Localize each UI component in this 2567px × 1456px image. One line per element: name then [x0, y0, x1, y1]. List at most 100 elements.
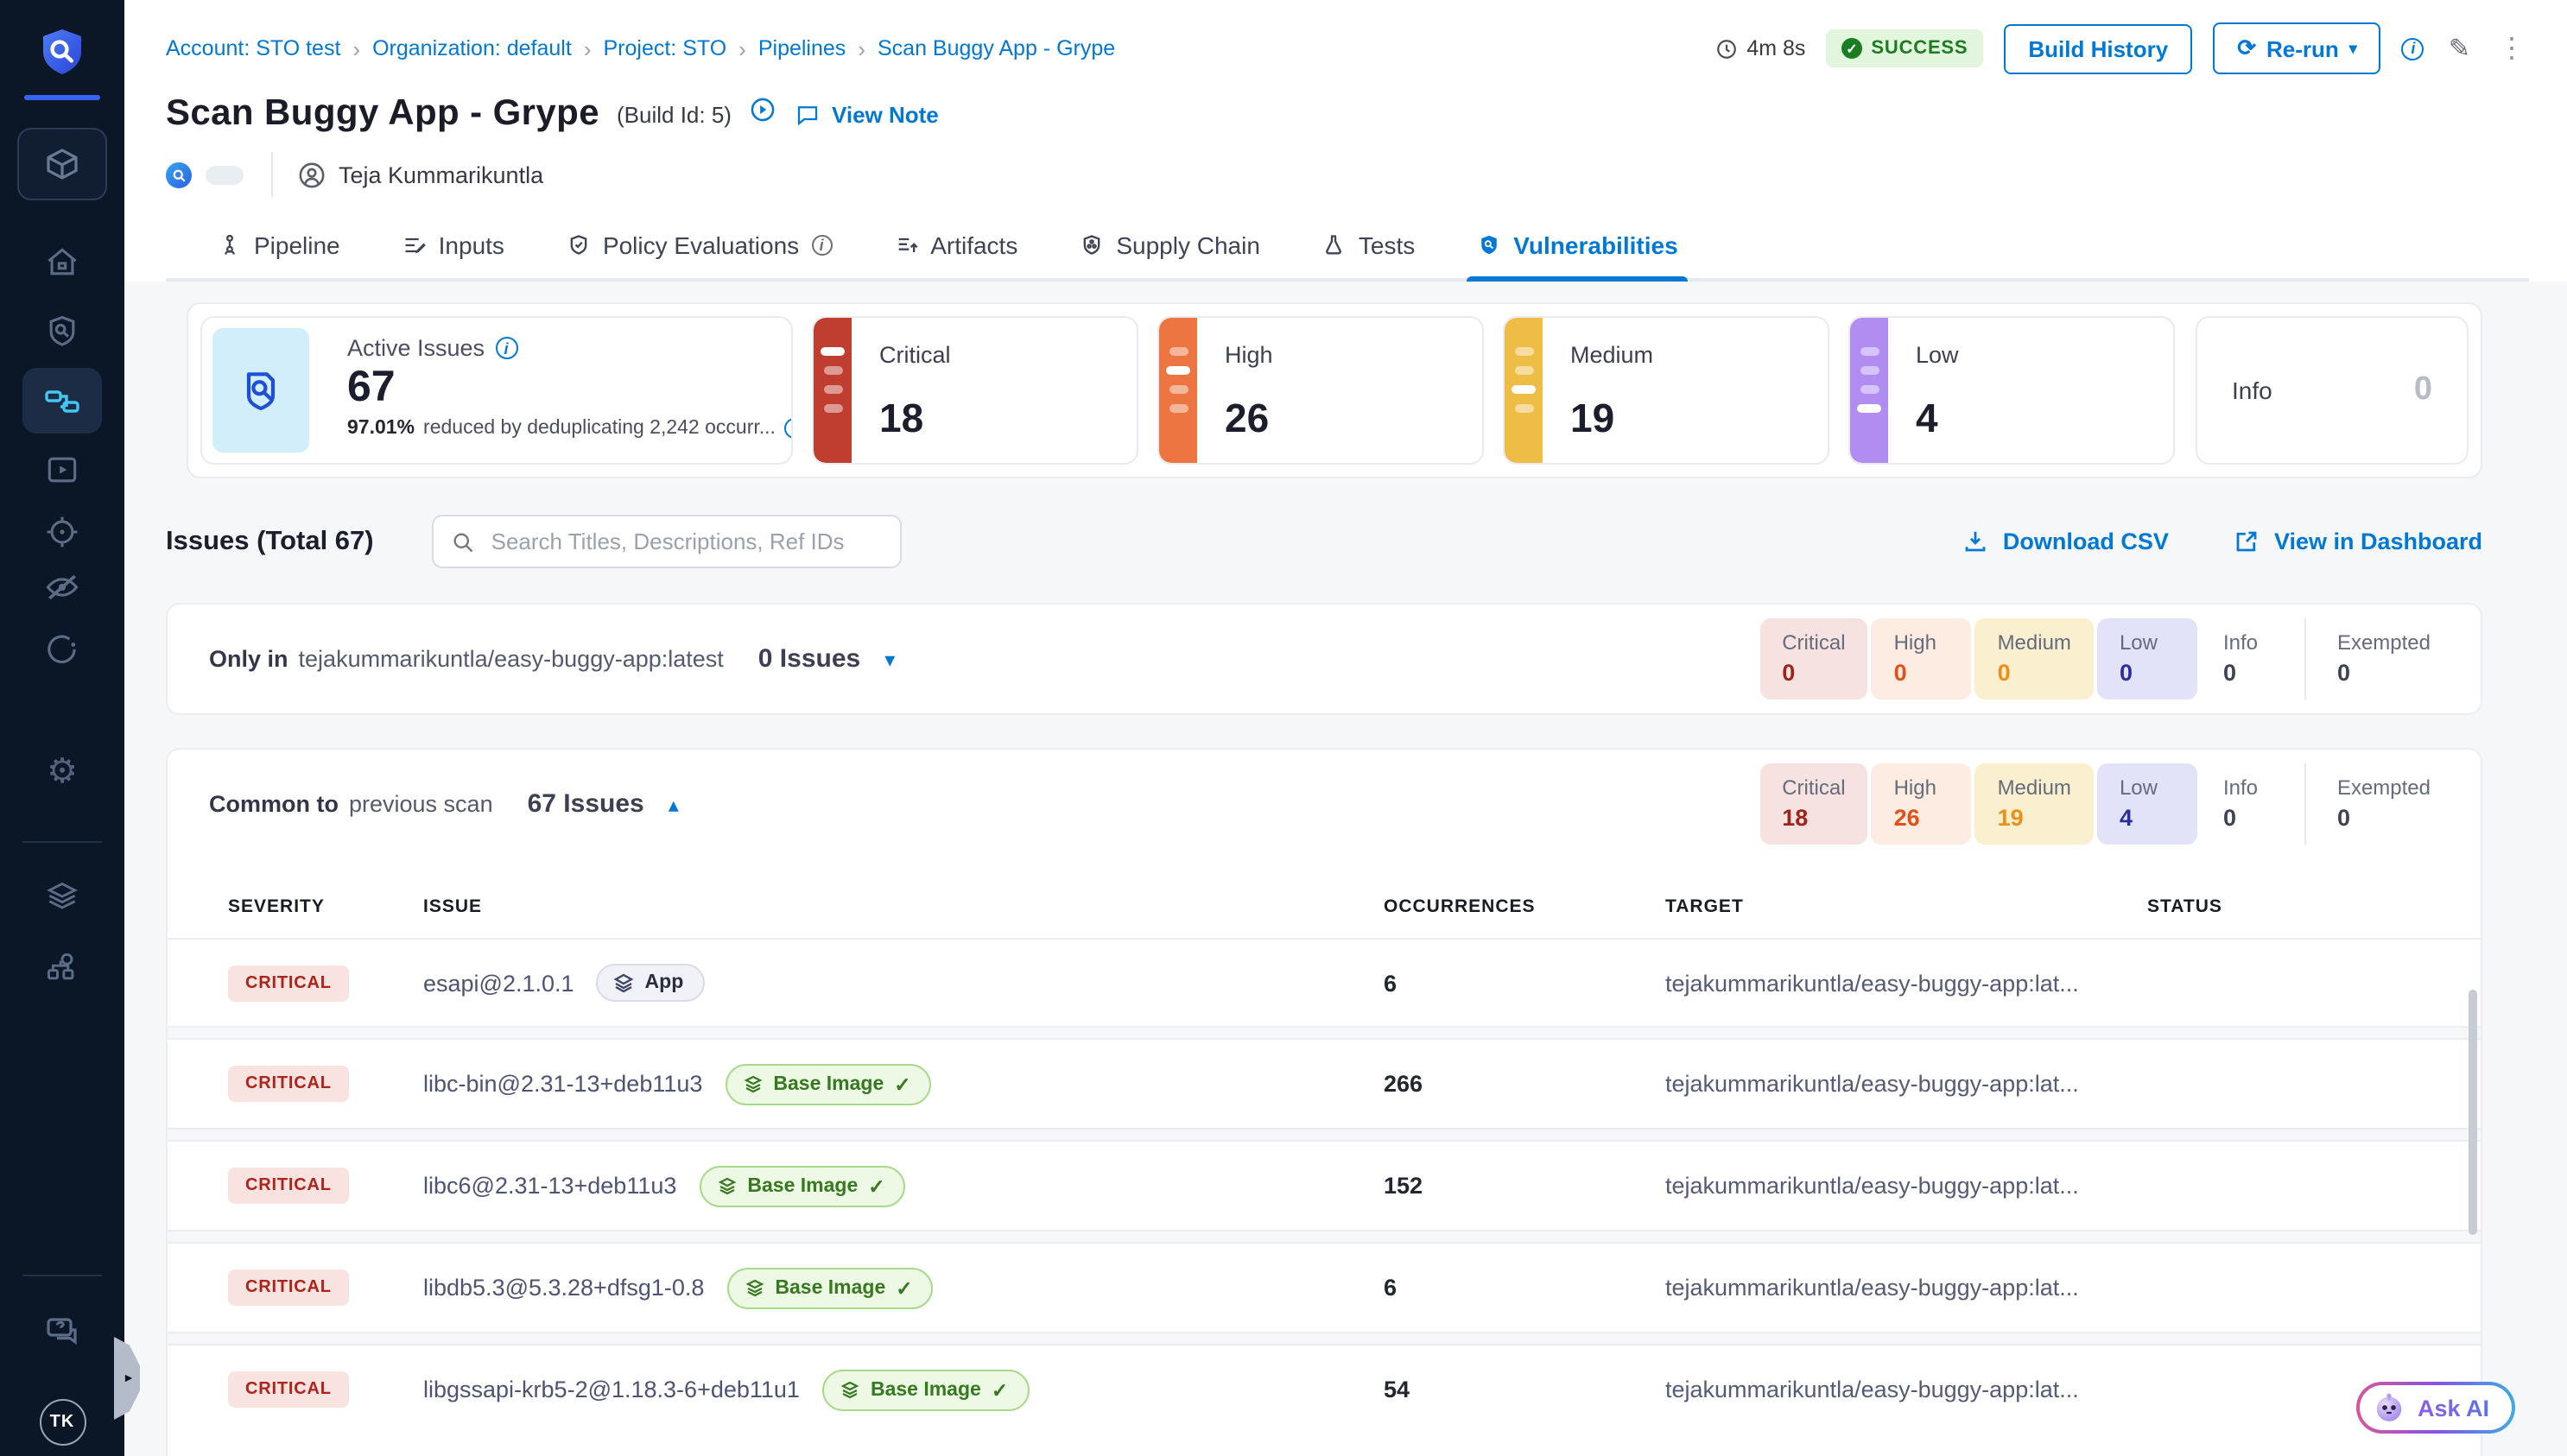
table-scrollbar[interactable]	[2469, 990, 2477, 1235]
user-avatar[interactable]: TK	[0, 1399, 124, 1446]
tab-supply-chain[interactable]: Supply Chain	[1076, 216, 1264, 278]
chevron-up-icon[interactable]: ▴	[669, 792, 679, 816]
breadcrumb-pipelines[interactable]: Pipelines	[758, 36, 846, 60]
sidebar-item-sto-overview[interactable]	[0, 313, 124, 351]
critical-card[interactable]: Critical 18	[812, 316, 1138, 465]
check-icon: ✓	[896, 1276, 912, 1300]
sidebar: ⚙ TK	[0, 0, 124, 1456]
dedup-subtext: 97.01% reduced by deduplicating 2,242 oc…	[347, 417, 791, 438]
pill-exempted: Exempted0	[2304, 763, 2453, 845]
occurrences-value: 6	[1384, 970, 1665, 996]
low-card[interactable]: Low 4	[1848, 316, 2175, 465]
home-icon	[43, 244, 81, 282]
sidebar-item-targets[interactable]	[0, 513, 124, 551]
rerun-button[interactable]: ⟳ Re-run ▾	[2213, 22, 2381, 74]
high-count: 26	[1225, 396, 1269, 442]
supply-chain-icon	[1080, 233, 1104, 257]
more-options-button[interactable]: ⋮	[2494, 28, 2529, 69]
build-history-button[interactable]: Build History	[2004, 23, 2192, 73]
row-separator	[168, 1332, 2481, 1345]
search-input[interactable]	[488, 527, 884, 556]
low-count: 4	[1916, 396, 1938, 442]
shield-scan-icon	[43, 313, 81, 351]
pencil-icon: ✎	[2449, 35, 2470, 64]
pill-low: Low0	[2097, 618, 2197, 700]
execution-compare-icon[interactable]	[749, 95, 778, 133]
issues-search[interactable]	[433, 515, 903, 568]
severity-pills: Critical18 High26 Medium19 Low4 Info0 Ex…	[1756, 763, 2453, 845]
tab-tests[interactable]: Tests	[1319, 216, 1418, 278]
issue-name[interactable]: libgssapi-krb5-2@1.18.3-6+deb11u1	[423, 1377, 800, 1402]
breadcrumb-account[interactable]: Account: STO test	[166, 36, 340, 60]
page-title: Scan Buggy App - Grype	[166, 93, 599, 135]
group-common-to: Common to previous scan 67 Issues ▴ Crit…	[166, 748, 2482, 1456]
table-row[interactable]: CRITICAL libgssapi-krb5-2@1.18.3-6+deb11…	[168, 1345, 2481, 1434]
issue-name[interactable]: libdb5.3@5.3.28+dfsg1-0.8	[423, 1275, 704, 1301]
info-icon[interactable]: i	[495, 337, 517, 359]
sidebar-item-home[interactable]	[0, 244, 124, 282]
sidebar-item-help[interactable]	[0, 1311, 124, 1352]
table-row[interactable]: CRITICAL esapi@2.1.0.1 App 6 tejakummari…	[168, 938, 2481, 1026]
pill-medium: Medium0	[1975, 618, 2094, 700]
info-icon[interactable]: i	[811, 235, 832, 256]
ask-ai-button[interactable]: Ask AI	[2357, 1382, 2515, 1434]
table-row[interactable]: CRITICAL libc6@2.31-13+deb11u3 Base Imag…	[168, 1142, 2481, 1230]
main-area: Account: STO test › Organization: defaul…	[124, 0, 2567, 1456]
download-icon	[1963, 529, 1989, 554]
package-icon	[744, 1277, 764, 1298]
harness-sto-logo-icon[interactable]	[0, 24, 124, 83]
comment-icon	[795, 101, 821, 127]
vulnerabilities-shield-icon	[1477, 233, 1501, 257]
table-row[interactable]: CRITICAL libc-bin@2.31-13+deb11u3 Base I…	[168, 1040, 2481, 1128]
info-icon[interactable]: i	[784, 417, 793, 438]
medium-card[interactable]: Medium 19	[1503, 316, 1829, 465]
pill-low: Low4	[2097, 763, 2197, 845]
info-icon[interactable]: i	[2402, 37, 2424, 60]
pill-critical: Critical18	[1759, 763, 1867, 845]
check-icon: ✓	[992, 1377, 1008, 1402]
sidebar-item-account-settings[interactable]	[0, 948, 124, 986]
base-image-tag: Base Image ✓	[822, 1369, 1029, 1410]
tab-policy-evaluations[interactable]: Policy Evaluations i	[563, 216, 835, 278]
target-value: tejakummarikuntla/easy-buggy-app:lat...	[1665, 1275, 2147, 1301]
tab-artifacts[interactable]: Artifacts	[891, 216, 1021, 278]
package-icon	[840, 1379, 860, 1400]
external-link-icon	[2234, 529, 2260, 554]
issue-name[interactable]: libc6@2.31-13+deb11u3	[423, 1173, 676, 1199]
pipelines-icon	[41, 380, 83, 421]
breadcrumb-separator: ›	[858, 35, 865, 61]
check-icon: ✓	[1841, 38, 1862, 59]
sidebar-item-org-settings[interactable]	[0, 879, 124, 917]
tab-pipeline[interactable]: Pipeline	[214, 216, 344, 278]
breadcrumb-separator: ›	[738, 35, 746, 61]
sidebar-item-executions[interactable]	[0, 451, 124, 489]
group-target: previous scan	[349, 791, 493, 817]
view-note-link[interactable]: View Note	[795, 101, 939, 127]
breadcrumb-project[interactable]: Project: STO	[604, 36, 727, 60]
sidebar-item-pipelines[interactable]	[0, 368, 124, 434]
table-row[interactable]: CRITICAL libdb5.3@5.3.28+dfsg1-0.8 Base …	[168, 1244, 2481, 1332]
high-card[interactable]: High 26	[1157, 316, 1484, 465]
issue-name[interactable]: esapi@2.1.0.1	[423, 970, 574, 996]
issue-name[interactable]: libc-bin@2.31-13+deb11u3	[423, 1071, 702, 1097]
sidebar-item-project-settings[interactable]: ⚙	[0, 755, 124, 789]
sidebar-item-getting-started[interactable]	[0, 630, 124, 668]
tab-vulnerabilities[interactable]: Vulnerabilities	[1474, 216, 1681, 278]
pill-exempted: Exempted0	[2304, 618, 2453, 700]
sidebar-item-exemptions[interactable]	[0, 568, 124, 606]
breadcrumb-org[interactable]: Organization: default	[372, 36, 572, 60]
chevron-down-icon[interactable]: ▾	[884, 647, 895, 671]
module-selector-button[interactable]	[0, 128, 124, 200]
status-badge: ✓ SUCCESS	[1826, 29, 1983, 67]
view-in-dashboard-link[interactable]: View in Dashboard	[2234, 529, 2482, 554]
layers-icon	[614, 972, 635, 993]
download-csv-link[interactable]: Download CSV	[1963, 529, 2169, 554]
breadcrumb-current[interactable]: Scan Buggy App - Grype	[878, 36, 1115, 60]
occurrences-value: 152	[1384, 1173, 1665, 1199]
info-card[interactable]: Info 0	[2196, 316, 2469, 465]
edit-pipeline-button[interactable]: ✎	[2445, 29, 2474, 67]
target-value: tejakummarikuntla/easy-buggy-app:lat...	[1665, 1071, 2147, 1097]
ai-robot-icon	[2373, 1390, 2407, 1425]
tab-inputs[interactable]: Inputs	[399, 216, 508, 278]
pipeline-icon	[218, 233, 242, 257]
